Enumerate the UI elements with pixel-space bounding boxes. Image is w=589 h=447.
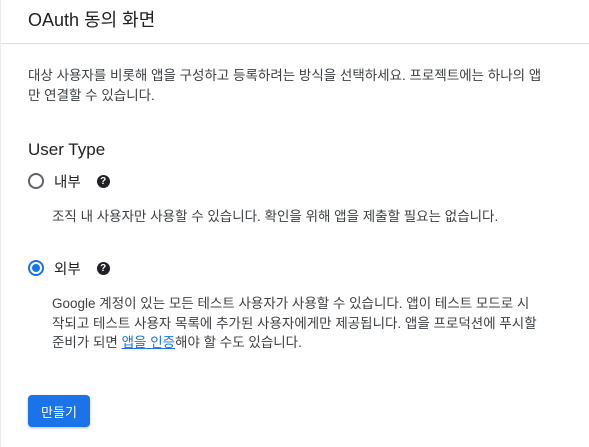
internal-description: 조직 내 사용자만 사용할 수 있습니다. 확인을 위해 앱을 제출할 필요는 … (52, 209, 499, 224)
user-type-internal-option[interactable]: 내부 ? (28, 170, 110, 192)
external-description-tail: 해야 할 수도 있습니다. (175, 335, 302, 350)
user-type-external-option[interactable]: 외부 ? (28, 257, 110, 279)
left-divider (0, 0, 1, 447)
page-header: OAuth 동의 화면 (0, 0, 589, 44)
external-description: Google 계정이 있는 모든 테스트 사용자가 사용할 수 있습니다. 앱이… (52, 294, 537, 353)
internal-radio[interactable] (28, 173, 44, 189)
user-type-title: User Type (28, 140, 106, 159)
verify-app-link[interactable]: 앱을 인증 (122, 335, 175, 350)
help-circle-icon[interactable]: ? (96, 261, 110, 275)
external-label: 외부 (54, 261, 81, 278)
page-title: OAuth 동의 화면 (28, 10, 156, 30)
internal-label: 내부 (54, 174, 81, 191)
help-circle-icon[interactable]: ? (96, 174, 110, 188)
intro-text: 대상 사용자를 비롯해 앱을 구성하고 등록하려는 방식을 선택하세요. 프로젝… (28, 68, 542, 103)
external-radio[interactable] (28, 260, 44, 276)
oauth-consent-page: OAuth 동의 화면 대상 사용자를 비롯해 앱을 구성하고 등록하려는 방식… (0, 0, 589, 447)
create-button[interactable]: 만들기 (28, 395, 90, 427)
